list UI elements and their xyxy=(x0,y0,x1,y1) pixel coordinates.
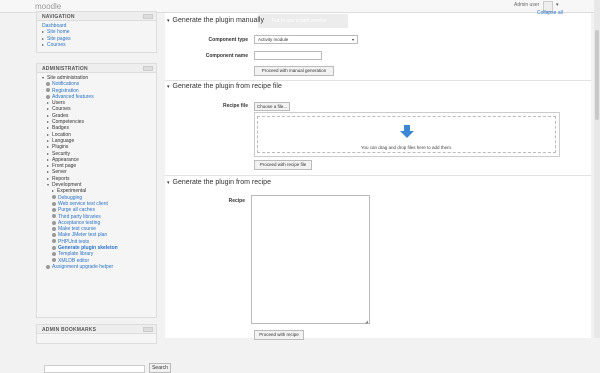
component-name-input[interactable] xyxy=(254,51,322,60)
block-dock-control[interactable] xyxy=(143,14,153,19)
component-type-label: Component type xyxy=(208,37,248,43)
section-divider xyxy=(165,80,591,81)
component-name-label: Component name xyxy=(205,53,248,59)
user-menu-name[interactable]: Admin user xyxy=(514,2,539,8)
settings-bullet-icon xyxy=(46,94,50,99)
proceed-recipe-button[interactable]: Proceed with recipe xyxy=(254,330,304,340)
dropzone-text: You can drag and drop files here to add … xyxy=(360,145,453,150)
block-dock-control[interactable] xyxy=(143,327,153,332)
settings-bullet-icon xyxy=(46,88,50,93)
recipe-label: Recipe xyxy=(228,198,245,204)
section-divider xyxy=(165,175,591,176)
proceed-manual-generation-button[interactable]: Proceed with manual generation xyxy=(254,66,334,76)
site-brand[interactable]: moodle xyxy=(35,2,61,11)
admin-bookmarks-block-header: ADMIN BOOKMARKS xyxy=(37,325,156,334)
chevron-down-icon[interactable]: ▾ xyxy=(556,2,559,8)
section-recipe-title[interactable]: Generate the plugin from recipe xyxy=(173,179,271,186)
chevron-down-icon[interactable]: ▾ xyxy=(167,180,170,186)
settings-bullet-icon xyxy=(52,233,56,238)
section-manual-header[interactable]: ▾ Generate the plugin manually xyxy=(167,17,264,24)
admin-bookmarks-block: ADMIN BOOKMARKS xyxy=(36,324,157,344)
administration-block-header: ADMINISTRATION xyxy=(37,64,156,73)
section-recipe-file-header[interactable]: ▾ Generate the plugin from recipe file xyxy=(167,83,282,90)
admin-search-input[interactable] xyxy=(44,365,145,373)
section-recipe-header[interactable]: ▾ Generate the plugin from recipe xyxy=(167,179,271,186)
component-type-select[interactable]: Activity module ▾ xyxy=(254,35,358,44)
admin-search-button[interactable]: Search xyxy=(149,363,171,373)
settings-bullet-icon xyxy=(52,220,56,225)
administration-block: ADMINISTRATION ▾ Site administration Notif… xyxy=(36,63,171,373)
recipe-textarea[interactable] xyxy=(251,195,370,324)
settings-bullet-icon xyxy=(52,201,56,206)
navigation-block: NAVIGATION Dashboard ▸ Site home ▸ Site pa… xyxy=(36,11,157,53)
upload-arrow-icon xyxy=(400,125,414,138)
chevron-down-icon[interactable]: ▾ xyxy=(167,84,170,90)
settings-bullet-icon xyxy=(52,207,56,212)
resize-handle-icon[interactable]: ◢ xyxy=(365,319,368,324)
proceed-recipe-file-button[interactable]: Proceed with recipe file xyxy=(254,160,312,170)
page-scrollbar-thumb[interactable] xyxy=(595,30,599,120)
collapse-all-link[interactable]: Collapse all xyxy=(537,10,563,16)
nav-item-courses[interactable]: ▸ Courses xyxy=(42,42,151,48)
tooltip: Put to use a web service xyxy=(258,14,348,28)
admin-tree-upgrade-helper[interactable]: Assignment upgrade helper xyxy=(42,264,151,270)
settings-bullet-icon xyxy=(46,264,50,269)
component-type-value: Activity module xyxy=(258,37,289,42)
chevron-down-icon: ▾ xyxy=(351,37,354,42)
settings-bullet-icon xyxy=(52,226,56,231)
section-manual-title[interactable]: Generate the plugin manually xyxy=(173,17,264,24)
settings-bullet-icon xyxy=(52,245,56,250)
settings-bullet-icon xyxy=(52,239,56,244)
settings-bullet-icon xyxy=(52,258,56,263)
recipe-file-label: Recipe file xyxy=(222,103,248,109)
chevron-down-icon[interactable]: ▾ xyxy=(167,18,170,24)
settings-bullet-icon xyxy=(52,251,56,256)
administration-block-title: ADMINISTRATION xyxy=(42,66,88,72)
section-recipe-file-title[interactable]: Generate the plugin from recipe file xyxy=(173,83,282,90)
admin-bookmarks-block-title: ADMIN BOOKMARKS xyxy=(42,327,97,333)
administration-tree: ▾ Site administration Notifications Registr… xyxy=(37,73,156,272)
settings-bullet-icon xyxy=(52,214,56,219)
settings-bullet-icon xyxy=(46,81,50,86)
settings-bullet-icon xyxy=(52,195,56,200)
navigation-list: Dashboard ▸ Site home ▸ Site pages ▸ Course… xyxy=(37,21,156,50)
choose-file-button[interactable]: Choose a file... xyxy=(254,102,290,111)
navigation-block-header: NAVIGATION xyxy=(37,12,156,21)
navigation-block-title: NAVIGATION xyxy=(42,14,75,20)
block-dock-control[interactable] xyxy=(143,66,153,71)
